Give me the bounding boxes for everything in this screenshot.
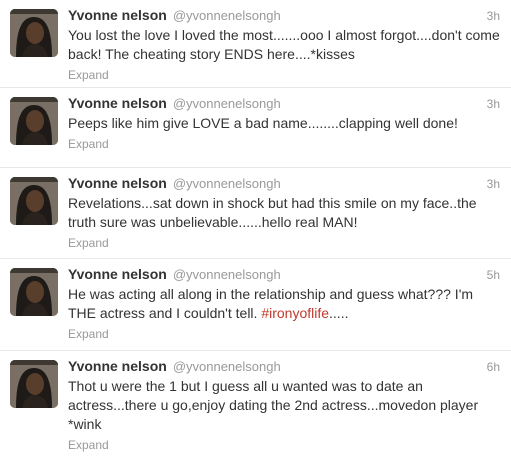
tweet-username[interactable]: @yvonnenelsongh	[173, 8, 281, 23]
tweet-header: Yvonne nelson @yvonnenelsongh	[68, 358, 501, 376]
tweet-header: Yvonne nelson @yvonnenelsongh	[68, 7, 501, 25]
tweet-text-body: Thot u were the 1 but I guess all u want…	[68, 378, 479, 432]
tweet-text-body: Peeps like him give LOVE a bad name.....…	[68, 115, 458, 131]
tweet-fullname[interactable]: Yvonne nelson	[68, 7, 167, 23]
tweet-text: Revelations...sat down in shock but had …	[68, 194, 502, 232]
tweet-timestamp[interactable]: 3h	[487, 97, 500, 111]
tweet-item[interactable]: Yvonne nelson @yvonnenelsongh 3h Revelat…	[0, 168, 511, 259]
tweet-username[interactable]: @yvonnenelsongh	[173, 176, 281, 191]
tweet-text-tail: .....	[329, 305, 349, 321]
tweet-timestamp[interactable]: 6h	[487, 360, 500, 374]
tweet-item[interactable]: Yvonne nelson @yvonnenelsongh 6h Thot u …	[0, 351, 511, 462]
tweet-text: Thot u were the 1 but I guess all u want…	[68, 377, 502, 434]
tweet-text: He was acting all along in the relations…	[68, 285, 502, 323]
expand-link[interactable]: Expand	[68, 438, 109, 452]
tweet-timestamp[interactable]: 5h	[487, 268, 500, 282]
expand-link[interactable]: Expand	[68, 68, 109, 82]
tweet-fullname[interactable]: Yvonne nelson	[68, 358, 167, 374]
tweet-item[interactable]: Yvonne nelson @yvonnenelsongh 3h Peeps l…	[0, 88, 511, 168]
avatar[interactable]	[10, 177, 58, 225]
tweet-username[interactable]: @yvonnenelsongh	[173, 267, 281, 282]
avatar[interactable]	[10, 360, 58, 408]
tweet-header: Yvonne nelson @yvonnenelsongh	[68, 266, 501, 284]
tweet-fullname[interactable]: Yvonne nelson	[68, 175, 167, 191]
tweet-header: Yvonne nelson @yvonnenelsongh	[68, 175, 501, 193]
tweet-header: Yvonne nelson @yvonnenelsongh	[68, 95, 501, 113]
tweet-text-body: Revelations...sat down in shock but had …	[68, 195, 477, 230]
tweet-text-body: You lost the love I loved the most......…	[68, 27, 500, 62]
tweet-fullname[interactable]: Yvonne nelson	[68, 95, 167, 111]
avatar[interactable]	[10, 97, 58, 145]
avatar[interactable]	[10, 9, 58, 57]
tweet-fullname[interactable]: Yvonne nelson	[68, 266, 167, 282]
tweet-username[interactable]: @yvonnenelsongh	[173, 359, 281, 374]
tweet-timestamp[interactable]: 3h	[487, 177, 500, 191]
tweet-item[interactable]: Yvonne nelson @yvonnenelsongh 3h You los…	[0, 0, 511, 88]
expand-link[interactable]: Expand	[68, 327, 109, 341]
tweet-text: Peeps like him give LOVE a bad name.....…	[68, 114, 502, 133]
avatar[interactable]	[10, 268, 58, 316]
expand-link[interactable]: Expand	[68, 137, 109, 151]
tweet-timestamp[interactable]: 3h	[487, 9, 500, 23]
tweet-timeline: Yvonne nelson @yvonnenelsongh 3h You los…	[0, 0, 511, 462]
tweet-username[interactable]: @yvonnenelsongh	[173, 96, 281, 111]
expand-link[interactable]: Expand	[68, 236, 109, 250]
tweet-item[interactable]: Yvonne nelson @yvonnenelsongh 5h He was …	[0, 259, 511, 351]
tweet-text: You lost the love I loved the most......…	[68, 26, 502, 64]
tweet-hashtag[interactable]: #ironyoflife	[261, 305, 329, 321]
